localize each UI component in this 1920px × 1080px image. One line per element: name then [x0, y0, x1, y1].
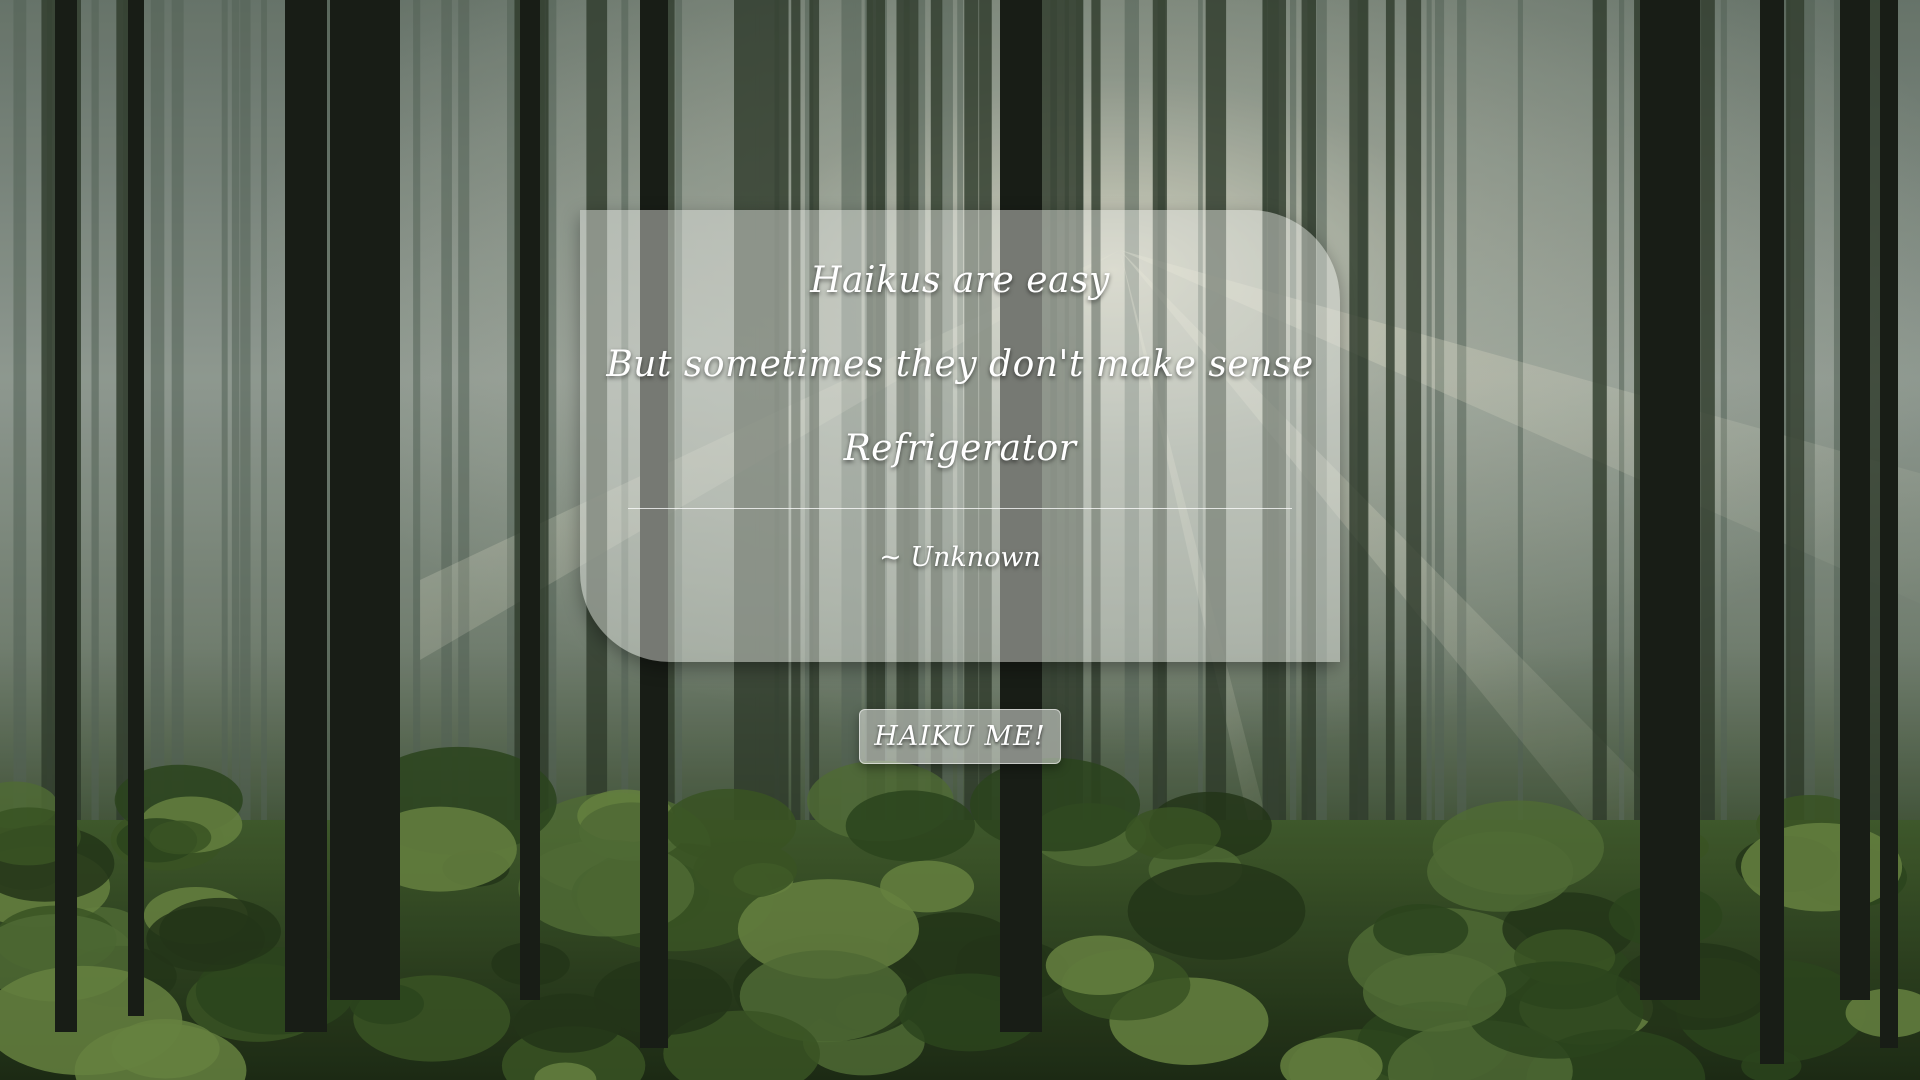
haiku-line-1: Haikus are easy: [810, 260, 1110, 301]
divider: [628, 508, 1292, 509]
haiku-card: Haikus are easy But sometimes they don't…: [580, 210, 1340, 662]
haiku-line-3: Refrigerator: [843, 428, 1077, 469]
haiku-author: ~ Unknown: [879, 542, 1041, 573]
haiku-line-2: But sometimes they don't make sense: [606, 344, 1314, 385]
haiku-me-button[interactable]: HAIKU ME!: [859, 709, 1061, 764]
